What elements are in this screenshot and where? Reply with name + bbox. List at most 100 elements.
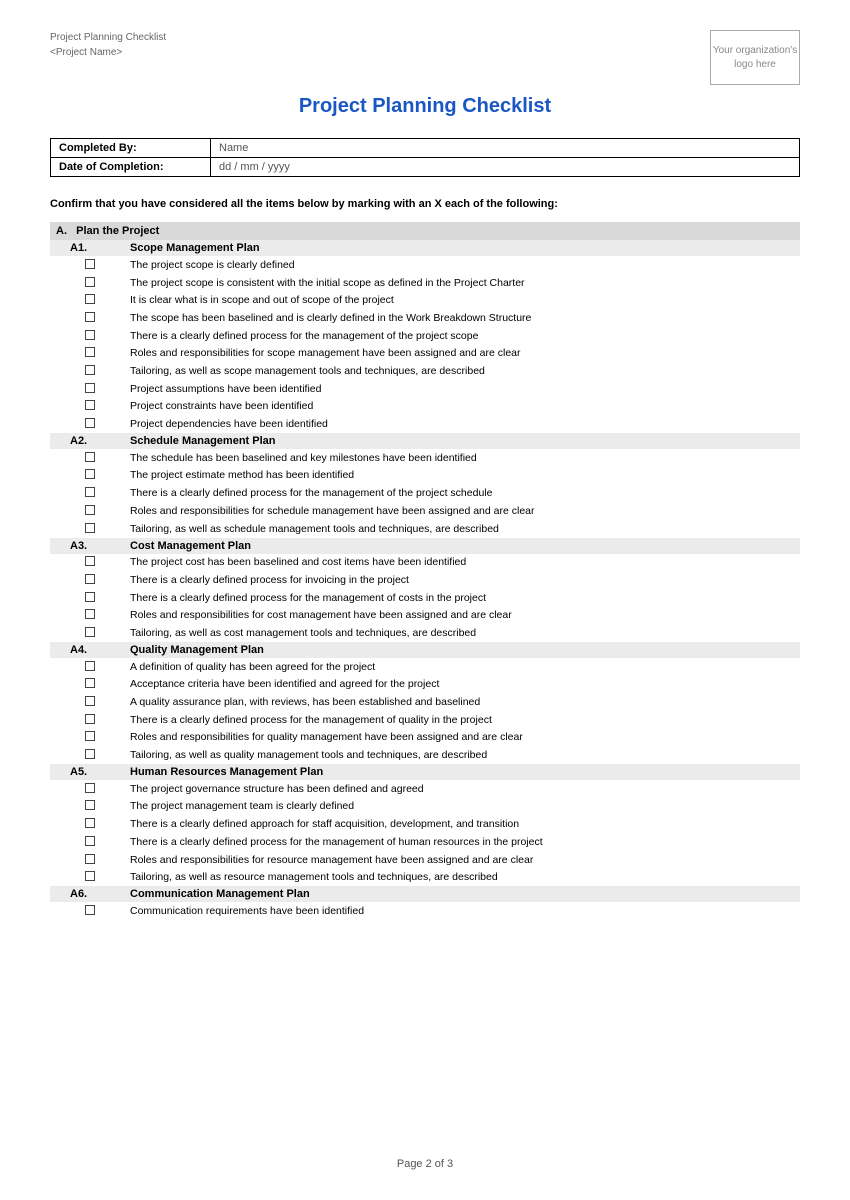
checklist-item-text: The project scope is consistent with the… (130, 276, 800, 291)
subsection-header-A2: A2.Schedule Management Plan (50, 433, 800, 449)
checkbox[interactable] (85, 696, 95, 706)
checkbox[interactable] (85, 330, 95, 340)
checklist-item-text: Tailoring, as well as schedule managemen… (130, 522, 800, 537)
checklist-item-text: There is a clearly defined approach for … (130, 817, 800, 832)
checklist-item-text: The project management team is clearly d… (130, 799, 800, 814)
checkbox-col (50, 258, 130, 269)
checkbox[interactable] (85, 854, 95, 864)
page-title: Project Planning Checklist (50, 95, 800, 118)
checkbox[interactable] (85, 749, 95, 759)
checkbox[interactable] (85, 574, 95, 584)
checkbox-col (50, 364, 130, 375)
checkbox-col (50, 835, 130, 846)
info-value: Name (211, 139, 800, 158)
checklist-item: Roles and responsibilities for quality m… (50, 729, 800, 747)
checkbox[interactable] (85, 487, 95, 497)
subsection-header-A6: A6.Communication Management Plan (50, 886, 800, 902)
checkbox[interactable] (85, 592, 95, 602)
checkbox[interactable] (85, 783, 95, 793)
checkbox[interactable] (85, 277, 95, 287)
checkbox-col (50, 573, 130, 584)
checklist-item: There is a clearly defined process for t… (50, 833, 800, 851)
info-row: Completed By:Name (51, 139, 800, 158)
checkbox[interactable] (85, 294, 95, 304)
checklist-item-text: Roles and responsibilities for resource … (130, 853, 800, 868)
checkbox[interactable] (85, 818, 95, 828)
checklist-item: There is a clearly defined process for t… (50, 327, 800, 345)
checkbox[interactable] (85, 661, 95, 671)
checklist-item-text: The project estimate method has been ide… (130, 468, 800, 483)
checkbox[interactable] (85, 627, 95, 637)
checklist-item: Roles and responsibilities for schedule … (50, 502, 800, 520)
logo-text: Your organization's logo here (711, 44, 799, 72)
checkbox[interactable] (85, 469, 95, 479)
checkbox-col (50, 853, 130, 864)
checkbox[interactable] (85, 347, 95, 357)
section-a-header: A. Plan the Project (50, 222, 800, 240)
checkbox[interactable] (85, 400, 95, 410)
checklist-item: The project estimate method has been ide… (50, 467, 800, 485)
checkbox-col (50, 522, 130, 533)
checklist-item: The project governance structure has bee… (50, 780, 800, 798)
checklist-item: Tailoring, as well as cost management to… (50, 624, 800, 642)
checklist-item-text: Communication requirements have been ide… (130, 904, 800, 919)
subsection-num: A6. (50, 888, 130, 900)
checkbox-col (50, 782, 130, 793)
checklist-item-text: There is a clearly defined process for t… (130, 591, 800, 606)
checklist-item-text: Roles and responsibilities for quality m… (130, 730, 800, 745)
checkbox[interactable] (85, 678, 95, 688)
checklist-item: The project scope is clearly defined (50, 256, 800, 274)
subsection-header-A3: A3.Cost Management Plan (50, 538, 800, 554)
checklist-item-text: A definition of quality has been agreed … (130, 660, 800, 675)
checklist-item: Project constraints have been identified (50, 398, 800, 416)
checklist-item-text: The project scope is clearly defined (130, 258, 800, 273)
checklist-item-text: Project dependencies have been identifie… (130, 417, 800, 432)
checklist-item-text: Roles and responsibilities for schedule … (130, 504, 800, 519)
checkbox[interactable] (85, 418, 95, 428)
checklist-item: There is a clearly defined process for i… (50, 571, 800, 589)
checkbox[interactable] (85, 714, 95, 724)
checkbox[interactable] (85, 871, 95, 881)
checkbox[interactable] (85, 731, 95, 741)
checklist-item-text: There is a clearly defined process for t… (130, 486, 800, 501)
checklist-item: Tailoring, as well as schedule managemen… (50, 520, 800, 538)
info-label: Completed By: (51, 139, 211, 158)
project-name-label: <Project Name> (50, 45, 166, 60)
subsection-title: Human Resources Management Plan (130, 766, 323, 778)
subsection-num: A3. (50, 540, 130, 552)
checklist-item-text: There is a clearly defined process for t… (130, 713, 800, 728)
doc-header-left: Project Planning Checklist <Project Name… (50, 30, 166, 60)
checkbox-col (50, 713, 130, 724)
checklist-item: Roles and responsibilities for scope man… (50, 345, 800, 363)
subsections-container: A1.Scope Management PlanThe project scop… (50, 240, 800, 920)
checkbox-col (50, 346, 130, 357)
checklist-item: Tailoring, as well as resource managemen… (50, 869, 800, 887)
checkbox-col (50, 468, 130, 479)
checkbox[interactable] (85, 523, 95, 533)
info-label: Date of Completion: (51, 158, 211, 177)
checkbox[interactable] (85, 800, 95, 810)
checkbox[interactable] (85, 452, 95, 462)
checkbox[interactable] (85, 259, 95, 269)
checkbox-col (50, 311, 130, 322)
info-table: Completed By:NameDate of Completion:dd /… (50, 138, 800, 177)
checkbox[interactable] (85, 312, 95, 322)
subsection-num: A4. (50, 644, 130, 656)
checkbox[interactable] (85, 609, 95, 619)
checkbox[interactable] (85, 905, 95, 915)
doc-header: Project Planning Checklist <Project Name… (50, 30, 800, 85)
checkbox[interactable] (85, 365, 95, 375)
checklist-item-text: Project assumptions have been identified (130, 382, 800, 397)
checklist-item-text: Roles and responsibilities for scope man… (130, 346, 800, 361)
checkbox-col (50, 730, 130, 741)
checkbox[interactable] (85, 505, 95, 515)
checkbox[interactable] (85, 836, 95, 846)
checkbox[interactable] (85, 383, 95, 393)
section-a: A. Plan the Project A1.Scope Management … (50, 222, 800, 920)
checkbox-col (50, 504, 130, 515)
checklist-item-text: The project governance structure has bee… (130, 782, 800, 797)
checklist-item: It is clear what is in scope and out of … (50, 292, 800, 310)
checklist-item: Tailoring, as well as scope management t… (50, 363, 800, 381)
checkbox[interactable] (85, 556, 95, 566)
checklist-item: There is a clearly defined process for t… (50, 589, 800, 607)
